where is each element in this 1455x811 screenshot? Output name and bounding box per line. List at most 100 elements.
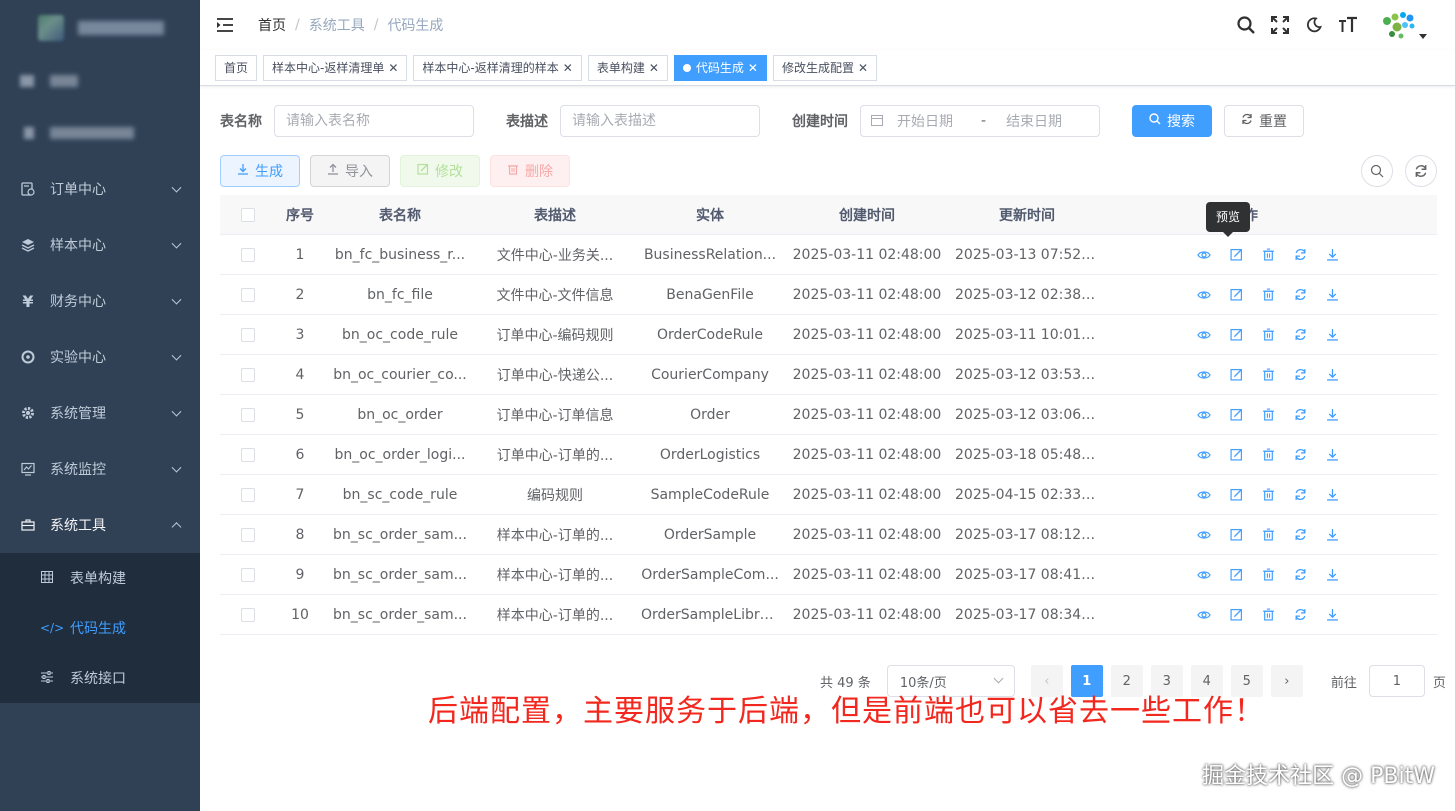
close-icon[interactable]: ✕: [858, 56, 868, 80]
tag-home[interactable]: 首页: [215, 54, 258, 81]
generate-row-button[interactable]: [1325, 328, 1339, 342]
row-checkbox[interactable]: [240, 367, 255, 382]
sidebar-item-finance-center[interactable]: ¥ 财务中心: [0, 273, 200, 329]
generate-row-button[interactable]: [1325, 488, 1339, 502]
import-button[interactable]: 导入: [310, 155, 390, 187]
edit-row-button[interactable]: [1229, 568, 1243, 582]
avatar[interactable]: [1365, 0, 1455, 50]
edit-row-button[interactable]: [1229, 368, 1243, 382]
generate-row-button[interactable]: [1325, 448, 1339, 462]
close-icon[interactable]: ✕: [748, 56, 758, 80]
sidebar-item-form-builder[interactable]: 表单构建: [0, 553, 200, 603]
app-logo[interactable]: [0, 0, 200, 55]
edit-row-button[interactable]: [1229, 248, 1243, 262]
generate-row-button[interactable]: [1325, 248, 1339, 262]
breadcrumb-home[interactable]: 首页: [258, 15, 286, 35]
delete-row-button[interactable]: [1261, 608, 1275, 622]
sidebar-item-code-generation[interactable]: </> 代码生成: [0, 603, 200, 653]
preview-button[interactable]: [1197, 408, 1211, 422]
row-checkbox[interactable]: [240, 447, 255, 462]
goto-page-input[interactable]: 1: [1368, 665, 1425, 697]
edit-row-button[interactable]: [1229, 488, 1243, 502]
generate-row-button[interactable]: [1325, 608, 1339, 622]
sync-row-button[interactable]: [1293, 328, 1307, 342]
generate-button[interactable]: 生成: [220, 155, 300, 187]
sidebar-item-system-tools[interactable]: 系统工具: [0, 497, 200, 553]
sidebar-item-blurred-1[interactable]: [0, 55, 200, 107]
delete-row-button[interactable]: [1261, 288, 1275, 302]
table-row[interactable]: 5 bn_oc_order 订单中心-订单信息 Order 2025-03-11 02:…: [220, 395, 1437, 435]
close-icon[interactable]: ✕: [388, 56, 398, 80]
row-checkbox[interactable]: [240, 567, 255, 582]
generate-row-button[interactable]: [1325, 528, 1339, 542]
row-checkbox[interactable]: [240, 407, 255, 422]
row-checkbox[interactable]: [240, 607, 255, 622]
close-icon[interactable]: ✕: [563, 56, 573, 80]
sync-row-button[interactable]: [1293, 408, 1307, 422]
preview-button[interactable]: [1197, 368, 1211, 382]
sidebar-item-blurred-2[interactable]: [0, 107, 200, 159]
delete-row-button[interactable]: [1261, 528, 1275, 542]
preview-button[interactable]: [1197, 528, 1211, 542]
font-size-icon[interactable]: [1331, 0, 1365, 50]
tag-form-builder[interactable]: 表单构建 ✕: [587, 54, 668, 81]
next-page-button[interactable]: ›: [1270, 665, 1303, 697]
delete-row-button[interactable]: [1261, 568, 1275, 582]
reset-button[interactable]: 重置: [1224, 105, 1304, 137]
edit-row-button[interactable]: [1229, 288, 1243, 302]
delete-row-button[interactable]: [1261, 248, 1275, 262]
refresh-table-button[interactable]: [1405, 155, 1437, 187]
sidebar-item-lab-center[interactable]: 实验中心: [0, 329, 200, 385]
search-icon[interactable]: [1229, 0, 1263, 50]
table-row[interactable]: 4 bn_oc_courier_co... 订单中心-快递公... CourierCo…: [220, 355, 1437, 395]
sidebar-item-system-monitor[interactable]: 系统监控: [0, 441, 200, 497]
preview-button[interactable]: [1197, 248, 1211, 262]
delete-row-button[interactable]: [1261, 488, 1275, 502]
edit-row-button[interactable]: [1229, 608, 1243, 622]
table-row[interactable]: 2 bn_fc_file 文件中心-文件信息 BenaGenFile 2025-03-1…: [220, 275, 1437, 315]
fullscreen-icon[interactable]: [1263, 0, 1297, 50]
row-checkbox[interactable]: [240, 287, 255, 302]
preview-button[interactable]: [1197, 328, 1211, 342]
edit-row-button[interactable]: [1229, 448, 1243, 462]
table-row[interactable]: 10 bn_sc_order_sam... 样本中心-订单的... OrderSamp…: [220, 595, 1437, 635]
row-checkbox[interactable]: [240, 247, 255, 262]
edit-row-button[interactable]: [1229, 408, 1243, 422]
delete-row-button[interactable]: [1261, 408, 1275, 422]
sync-row-button[interactable]: [1293, 288, 1307, 302]
date-range-picker[interactable]: 开始日期 - 结束日期: [860, 105, 1100, 137]
preview-button[interactable]: [1197, 488, 1211, 502]
edit-row-button[interactable]: [1229, 328, 1243, 342]
tag-edit-gen-config[interactable]: 修改生成配置 ✕: [772, 54, 878, 81]
generate-row-button[interactable]: [1325, 408, 1339, 422]
sync-row-button[interactable]: [1293, 568, 1307, 582]
select-all-checkbox[interactable]: [240, 207, 255, 222]
edit-row-button[interactable]: [1229, 528, 1243, 542]
delete-row-button[interactable]: [1261, 328, 1275, 342]
generate-row-button[interactable]: [1325, 368, 1339, 382]
search-button[interactable]: 搜索: [1132, 105, 1212, 137]
sync-row-button[interactable]: [1293, 368, 1307, 382]
row-checkbox[interactable]: [240, 487, 255, 502]
preview-button[interactable]: [1197, 568, 1211, 582]
table-row[interactable]: 6 bn_oc_order_logi... 订单中心-订单的... OrderLogi…: [220, 435, 1437, 475]
tag-return-sample-samples[interactable]: 样本中心-返样清理的样本 ✕: [413, 54, 582, 81]
end-date[interactable]: 结束日期: [1006, 111, 1062, 131]
table-row[interactable]: 8 bn_sc_order_sam... 样本中心-订单的... OrderSampl…: [220, 515, 1437, 555]
sidebar-item-system-api[interactable]: 系统接口: [0, 653, 200, 703]
sync-row-button[interactable]: [1293, 448, 1307, 462]
preview-button[interactable]: [1197, 288, 1211, 302]
moon-icon[interactable]: [1297, 0, 1331, 50]
start-date[interactable]: 开始日期: [897, 111, 953, 131]
row-checkbox[interactable]: [240, 527, 255, 542]
table-desc-input[interactable]: [560, 105, 760, 137]
hamburger-toggle[interactable]: [200, 0, 250, 50]
sync-row-button[interactable]: [1293, 608, 1307, 622]
sidebar-item-sample-center[interactable]: 样本中心: [0, 217, 200, 273]
table-row[interactable]: 1 bn_fc_business_r... 文件中心-业务关... BusinessR…: [220, 235, 1437, 275]
tag-code-generation[interactable]: 代码生成 ✕: [673, 54, 767, 81]
sync-row-button[interactable]: [1293, 528, 1307, 542]
toggle-search-button[interactable]: [1361, 155, 1393, 187]
tag-return-sample-list[interactable]: 样本中心-返样清理单 ✕: [263, 54, 408, 81]
sync-row-button[interactable]: [1293, 488, 1307, 502]
